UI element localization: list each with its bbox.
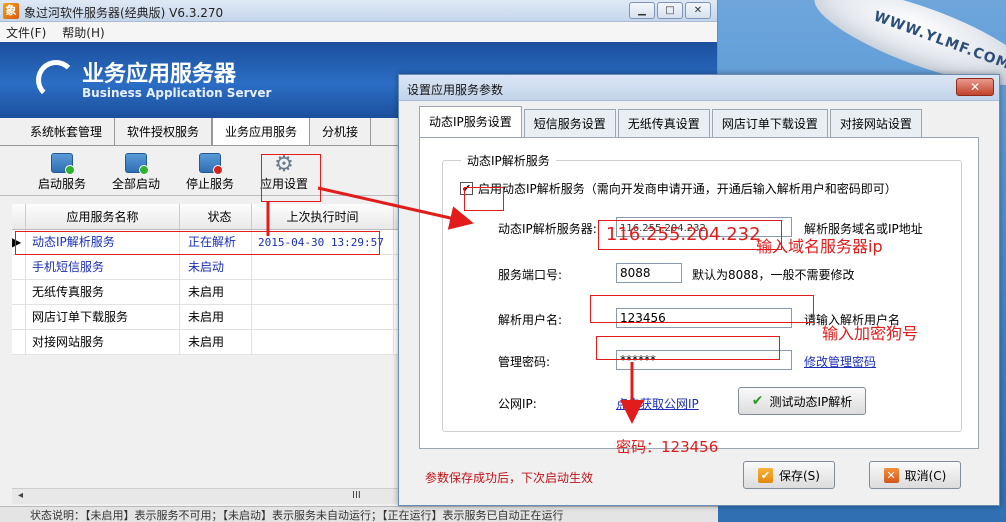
enable-label: 启用动态IP解析服务（需向开发商申请开通，开通后输入解析用户和密码即可） <box>478 182 897 196</box>
annotation-encrypt-note: 输入加密狗号 <box>822 324 919 343</box>
tab-sms[interactable]: 短信服务设置 <box>523 109 616 137</box>
footer-message: 参数保存成功后，下次启动生效 <box>425 471 594 485</box>
start-all-icon <box>125 153 149 175</box>
header-name[interactable]: 应用服务名称 <box>26 204 180 229</box>
port-label: 服务端口号: <box>498 268 563 282</box>
scroll-thumb-grip[interactable]: III <box>352 490 361 501</box>
maximize-button[interactable]: □ <box>657 2 683 19</box>
save-icon: ✔ <box>758 467 773 483</box>
cell-time <box>252 330 394 354</box>
stop-icon <box>199 153 223 175</box>
app-icon: 象 <box>3 3 19 19</box>
password-label: 管理密码: <box>498 355 551 369</box>
dialog-tabs: 动态IP服务设置 短信服务设置 无纸传真设置 网店订单下载设置 对接网站设置 <box>419 106 924 137</box>
start-all-button[interactable]: 全部启动 <box>104 153 168 195</box>
enable-row[interactable]: ✔ 启用动态IP解析服务（需向开发商申请开通，开通后输入解析用户和密码即可） <box>460 180 897 197</box>
cancel-icon: ✕ <box>883 467 899 483</box>
scroll-left-icon[interactable]: ◂ <box>18 490 23 501</box>
cell-name: 对接网站服务 <box>26 330 180 354</box>
start-service-label: 启动服务 <box>37 177 86 191</box>
banner-subtitle: Business Application Server <box>82 86 272 100</box>
window-controls: ▁ □ ✕ <box>629 2 711 19</box>
save-label: 保存(S) <box>779 468 820 483</box>
cell-name: 无纸传真服务 <box>26 280 180 304</box>
check-icon: ✔ <box>751 393 764 409</box>
tab-order-download[interactable]: 网店订单下载设置 <box>711 109 828 137</box>
group-legend: 动态IP解析服务 <box>461 152 556 169</box>
test-button-label: 测试动态IP解析 <box>769 394 853 409</box>
status-bar: 状态说明：【未启用】表示服务不可用；【未启动】表示服务未自动运行；【正在运行】表… <box>0 506 718 522</box>
server-label: 动态IP解析服务器: <box>498 222 597 236</box>
annotation-server-note: 输入域名服务器ip <box>756 237 883 256</box>
annotation-box-user <box>590 295 814 323</box>
tab-dynamic-ip[interactable]: 动态IP服务设置 <box>419 106 522 137</box>
cell-status: 未启用 <box>180 305 252 329</box>
dialog-titlebar: 设置应用服务参数 ✕ <box>399 75 999 101</box>
tab-website[interactable]: 对接网站设置 <box>829 109 922 137</box>
cell-time <box>252 280 394 304</box>
cell-name: 手机短信服务 <box>26 255 180 279</box>
close-button[interactable]: ✕ <box>685 2 711 19</box>
start-all-label: 全部启动 <box>111 177 160 191</box>
stop-service-label: 停止服务 <box>185 177 234 191</box>
cell-time <box>252 255 394 279</box>
banner-title: 业务应用服务器 <box>82 62 237 87</box>
dialog-close-button[interactable]: ✕ <box>956 78 994 96</box>
tab-extension[interactable]: 分机接 <box>310 118 372 145</box>
annotation-box-settings <box>261 154 321 202</box>
main-titlebar: 象 象过河软件服务器(经典版) V6.3.270 ▁ □ ✕ <box>0 0 717 22</box>
menu-help[interactable]: 帮助(H) <box>62 24 104 41</box>
save-button[interactable]: ✔ 保存(S) <box>743 461 835 489</box>
tab-account[interactable]: 系统帐套管理 <box>18 118 116 145</box>
blimp-text: WWW.YLMF.COM <box>871 8 1006 73</box>
cell-time <box>252 305 394 329</box>
port-input[interactable]: 8088 <box>616 263 682 283</box>
cell-status: 未启用 <box>180 330 252 354</box>
start-service-button[interactable]: 启动服务 <box>30 153 94 195</box>
stop-service-button[interactable]: 停止服务 <box>178 153 242 195</box>
dialog-panel: 动态IP解析服务 ✔ 启用动态IP解析服务（需向开发商申请开通，开通后输入解析用… <box>419 137 979 449</box>
header-status[interactable]: 状态 <box>180 204 252 229</box>
minimize-button[interactable]: ▁ <box>629 2 655 19</box>
cell-name: 网店订单下载服务 <box>26 305 180 329</box>
user-label: 解析用户名: <box>498 313 563 327</box>
cancel-label: 取消(C) <box>904 468 947 483</box>
cell-status: 未启用 <box>180 280 252 304</box>
start-icon <box>51 153 75 175</box>
tab-fax[interactable]: 无纸传真设置 <box>617 109 710 137</box>
get-public-ip-link[interactable]: 点击获取公网IP <box>616 395 699 412</box>
menubar: 文件(F) 帮助(H) <box>0 22 717 42</box>
annotation-server-ip: 116.255.204.232 <box>606 224 761 245</box>
public-ip-label: 公网IP: <box>498 397 537 411</box>
test-dynamic-ip-button[interactable]: ✔ 测试动态IP解析 <box>738 387 866 415</box>
cell-status: 未启动 <box>180 255 252 279</box>
annotation-box-password <box>596 336 780 360</box>
menu-file[interactable]: 文件(F) <box>6 24 46 41</box>
tab-license[interactable]: 软件授权服务 <box>115 118 213 145</box>
header-time[interactable]: 上次执行时间 <box>252 204 394 229</box>
annotation-box-row <box>15 231 380 255</box>
dialog-title: 设置应用服务参数 <box>407 83 504 97</box>
cancel-button[interactable]: ✕ 取消(C) <box>869 461 961 489</box>
header-indicator <box>12 204 26 229</box>
annotation-box-checkbox <box>464 187 504 211</box>
port-hint: 默认为8088，一般不需要修改 <box>692 268 855 282</box>
banner-logo-icon <box>36 60 76 100</box>
main-window-title: 象过河软件服务器(经典版) V6.3.270 <box>24 6 224 20</box>
annotation-password-note: 密码：123456 <box>616 438 719 456</box>
change-password-link[interactable]: 修改管理密码 <box>804 353 876 370</box>
tab-business-app[interactable]: 业务应用服务 <box>212 117 311 145</box>
